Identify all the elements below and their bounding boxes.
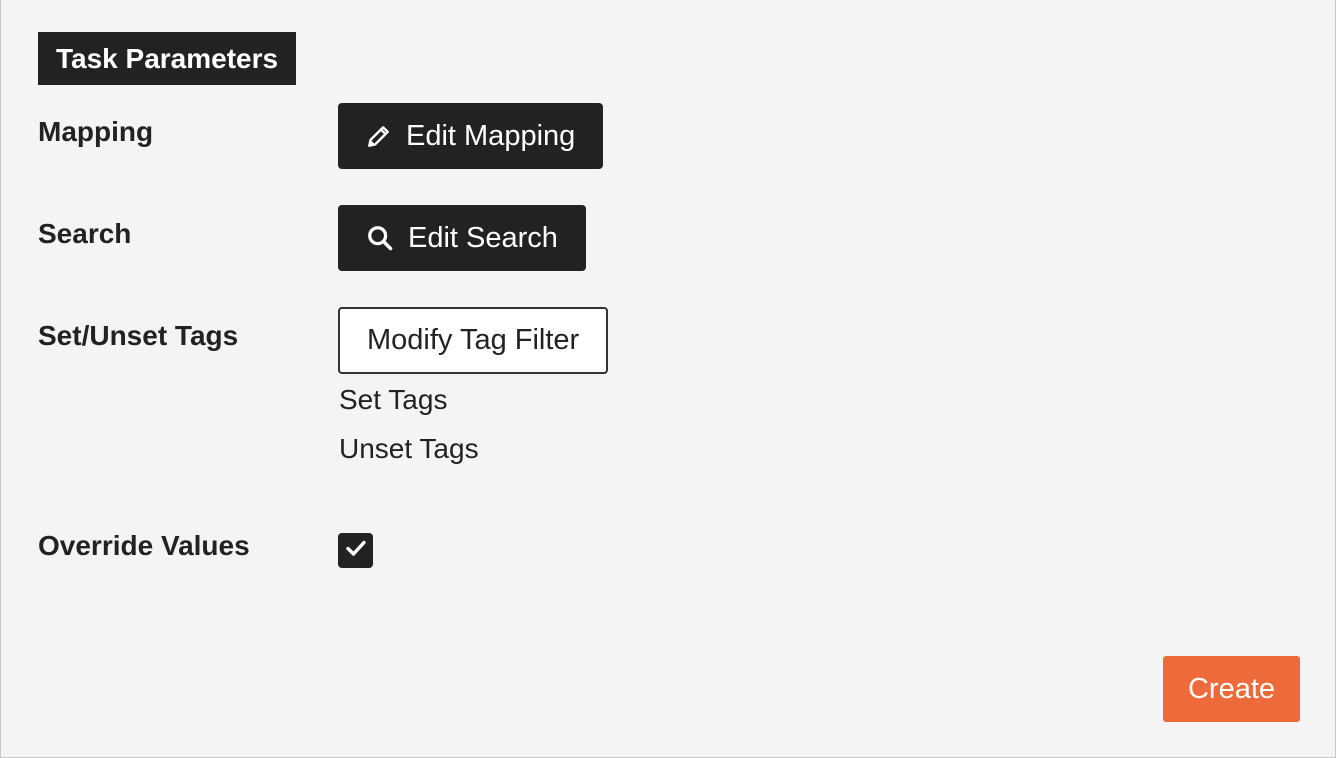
set-tags-text: Set Tags	[339, 384, 448, 415]
search-label: Search	[38, 218, 132, 249]
edit-search-label: Edit Search	[408, 221, 558, 254]
modify-tag-filter-button[interactable]: Modify Tag Filter	[338, 307, 609, 374]
edit-mapping-label: Edit Mapping	[406, 119, 576, 152]
create-button[interactable]: Create	[1163, 656, 1300, 722]
override-values-checkbox[interactable]	[338, 533, 373, 568]
mapping-label: Mapping	[38, 116, 154, 147]
task-parameters-panel: Task Parameters Mapping Edit Mapping Sea…	[0, 0, 1336, 758]
pencil-icon	[366, 123, 392, 149]
search-icon	[366, 224, 394, 252]
unset-tags-text: Unset Tags	[339, 433, 479, 464]
set-unset-tags-label: Set/Unset Tags	[38, 320, 239, 351]
override-values-label: Override Values	[38, 530, 250, 561]
edit-search-button[interactable]: Edit Search	[338, 205, 586, 271]
section-title: Task Parameters	[38, 32, 297, 85]
checkmark-icon	[344, 536, 368, 565]
edit-mapping-button[interactable]: Edit Mapping	[338, 103, 604, 169]
